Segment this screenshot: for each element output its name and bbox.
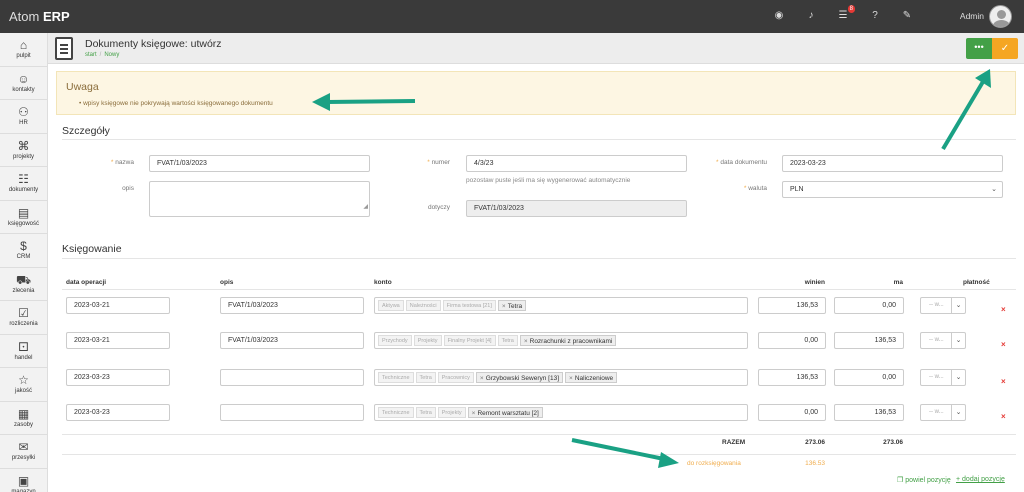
annotation-arrow <box>571 438 679 468</box>
annotation-arrow <box>941 69 991 151</box>
annotation-arrow <box>312 93 416 111</box>
annotation-arrows <box>312 69 991 468</box>
